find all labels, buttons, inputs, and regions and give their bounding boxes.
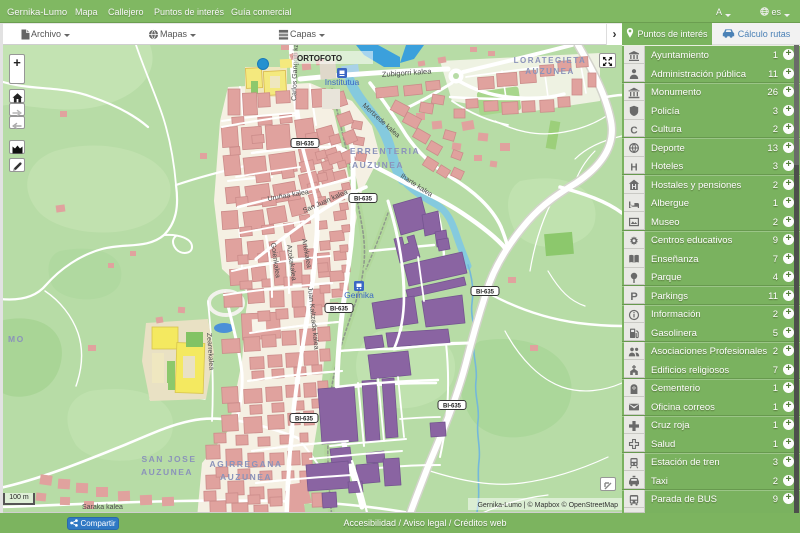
svg-text:MO: MO [8, 334, 25, 344]
svg-text:ORTOFOTO: ORTOFOTO [297, 54, 342, 63]
svg-text:AGIRREGANA: AGIRREGANA [209, 459, 282, 469]
svg-text:BI-635: BI-635 [330, 307, 349, 313]
svg-text:AUZUNEA: AUZUNEA [525, 67, 575, 76]
svg-text:AUZUNEA: AUZUNEA [141, 467, 193, 477]
svg-text:H: H [631, 184, 636, 191]
svg-text:BI-635: BI-635 [443, 404, 462, 410]
svg-text:Institutua: Institutua [325, 77, 360, 87]
svg-text:BI-635: BI-635 [354, 197, 373, 203]
svg-text:BI-635: BI-635 [296, 142, 315, 148]
svg-text:P: P [630, 291, 637, 302]
svg-text:AUZUNEA: AUZUNEA [352, 160, 404, 170]
svg-text:H: H [630, 162, 637, 173]
svg-text:Saraka kalea: Saraka kalea [82, 504, 123, 511]
svg-text:ERRENTERIA: ERRENTERIA [350, 146, 420, 156]
svg-text:C: C [630, 125, 637, 136]
svg-text:SAN JOSE: SAN JOSE [142, 454, 197, 464]
svg-text:LORATEGIETA: LORATEGIETA [514, 56, 587, 65]
svg-text:AUZUNEA: AUZUNEA [220, 472, 272, 482]
svg-text:Gernika: Gernika [344, 290, 374, 300]
svg-text:BI-635: BI-635 [295, 417, 314, 423]
svg-text:BI-635: BI-635 [476, 290, 495, 296]
svg-text:Gernika-Lumo | © Mapbox © Open: Gernika-Lumo | © Mapbox © OpenStreetMap [477, 501, 618, 509]
